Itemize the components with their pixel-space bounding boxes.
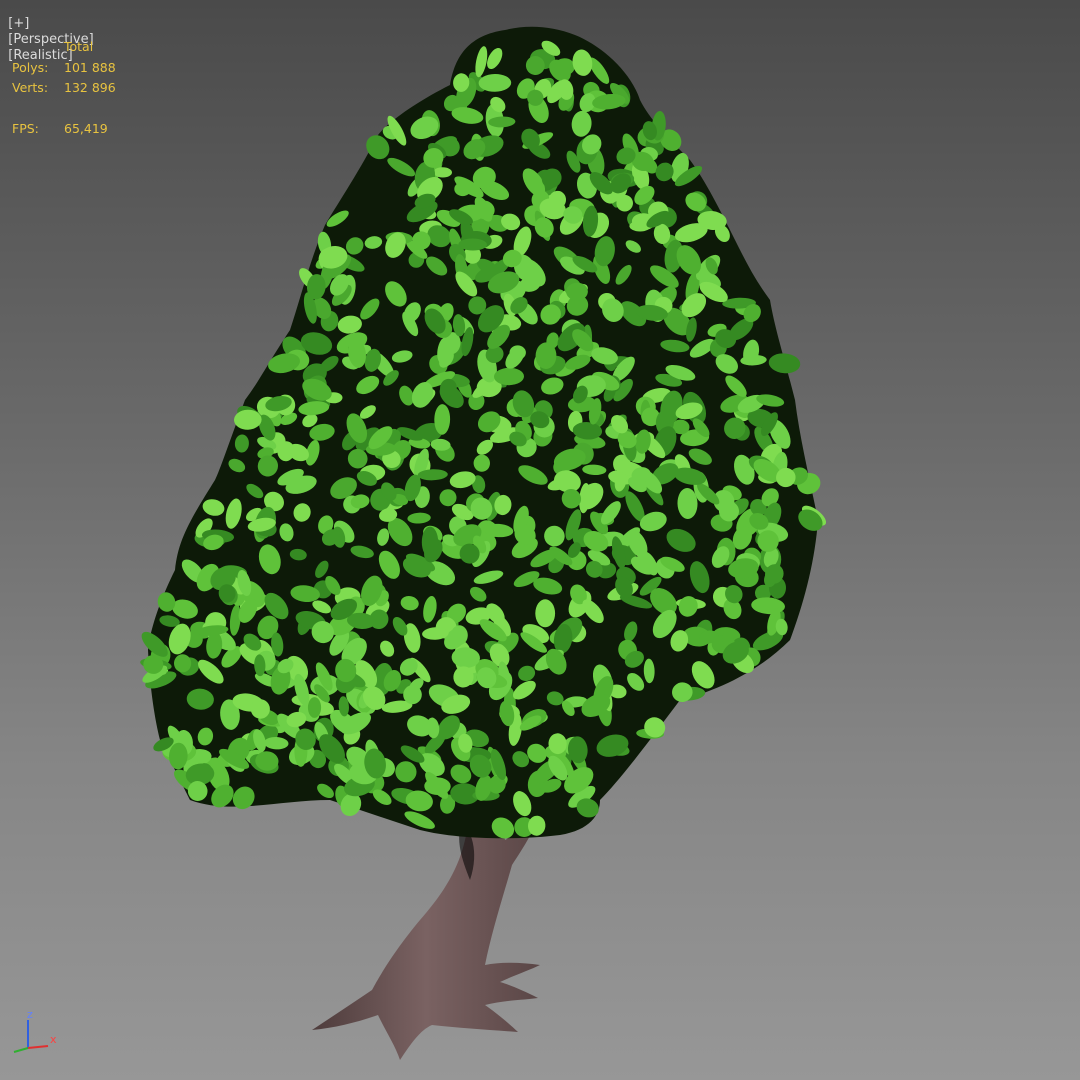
leaf — [403, 685, 422, 705]
leaf — [421, 526, 439, 558]
tree-canopy — [140, 26, 827, 839]
z-axis-label: z — [27, 1008, 33, 1021]
leaf — [535, 599, 556, 628]
y-axis-line — [13, 1047, 29, 1053]
x-axis-line — [27, 1045, 49, 1049]
viewport-scene[interactable] — [0, 0, 1080, 1080]
x-axis-label: x — [50, 1033, 57, 1046]
axis-gizmo: z x — [13, 1008, 57, 1053]
leaf — [307, 697, 322, 718]
tree-model[interactable] — [138, 26, 830, 1060]
